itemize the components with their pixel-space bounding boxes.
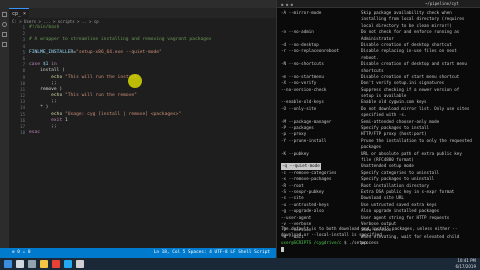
taskbar: 10:41 PM 6/17/2019 [0,258,480,270]
windows-start-icon[interactable] [4,260,12,268]
terminal-cursor [281,247,284,252]
tab-close-icon[interactable]: × [23,11,26,17]
code-token: case [29,62,41,68]
status-bar: ⊗ 0 ⚠ 0 Ln 18, Col 5 Spaces: 4 UTF-8 LF … [0,248,276,258]
terminal-title: ~/pipeline/cyt [425,1,459,6]
code-token: 1 [62,117,68,123]
code-line[interactable]: # A wrapper to streamline installing and… [29,37,212,43]
code-token: install ) [29,68,65,74]
tab-label: cp_ [12,11,22,17]
code-token: echo [51,74,63,80]
code-editor[interactable]: 1 2 3 4 5 6 7 8 9 10 11 12 13 14 15 16 17 18 #!/bin/bash #… [9,25,276,248]
code-token: * ) [29,105,49,111]
code-token: # A wrapper to streamline installing and… [29,37,212,43]
terminal-title-bar: ● ● ● ~/pipeline/cyt [277,0,480,8]
activity-bar [0,8,9,248]
code-token: "setup-x86_64.exe --quiet-mode" [76,49,162,55]
title-bar [0,0,276,8]
tab-bar: cp_ × [9,8,276,18]
code-token: ;; [29,124,57,129]
vscode-icon[interactable] [64,260,72,268]
code-token: remove ) [29,86,63,92]
clock-date: 6/17/2019 [455,264,476,269]
setup-options-list: -A --mirror-mode Skip package availabilit… [281,10,477,246]
line-number-gutter: 1 2 3 4 5 6 7 8 9 10 11 12 13 14 15 16 17 18 [9,25,25,136]
prompt-user: user@SCRIPTS /cygdrive/c [281,240,342,245]
search-icon[interactable] [16,260,24,268]
shell-prompt: user@SCRIPTS /cygdrive/c $ ./setup [281,240,367,246]
tab-cyg[interactable]: cp_ × [9,8,30,18]
code-token: echo [51,111,63,117]
breadcrumb[interactable]: C: > Users > ... > scripts > .. > cp [12,19,99,24]
file-explorer-icon[interactable] [40,260,48,268]
terminal-window[interactable]: ● ● ● ~/pipeline/cyt -A --mirror-mode Ski… [276,0,480,258]
help-paragraph: The default is to both download and inst… [281,226,458,237]
source-control-icon[interactable] [2,32,7,37]
mouse-cursor-highlight [128,74,142,88]
vscode-window: cp_ × C: > Users > ... > scripts > .. > c… [0,0,276,258]
code-token: "Usage: cyg [install | remove] <packages… [65,111,182,117]
chrome-icon[interactable] [52,260,60,268]
code-token: FINLME_INSTALLER [29,49,74,55]
explorer-icon[interactable] [2,12,7,17]
task-view-icon[interactable] [28,260,36,268]
code-token: esac [29,130,41,136]
code-token: in [51,62,57,68]
problems-indicator[interactable]: ⊗ 0 ⚠ 0 [12,248,31,258]
prompt-command: $ ./setup [341,240,367,245]
code-token: exit [51,117,63,123]
window-controls[interactable]: ● ● ● [281,2,293,7]
code-token: #!/bin/bash [29,25,60,30]
code-line[interactable]: esac [29,130,212,136]
line-number: 18 [20,130,25,136]
terminal-icon[interactable] [76,260,84,268]
code-token: "This will run the remove" [65,93,137,99]
extensions-icon[interactable] [2,42,7,47]
code-token: ;; [29,80,57,86]
status-details[interactable]: Ln 18, Col 5 Spaces: 4 UTF-8 LF Shell Sc… [154,248,270,258]
code-token: echo [51,93,63,99]
code-area[interactable]: #!/bin/bash # A wrapper to streamline ins… [29,25,212,136]
code-token: ;; [29,99,57,105]
clock[interactable]: 10:41 PM 6/17/2019 [455,258,476,270]
search-icon[interactable] [2,22,7,27]
